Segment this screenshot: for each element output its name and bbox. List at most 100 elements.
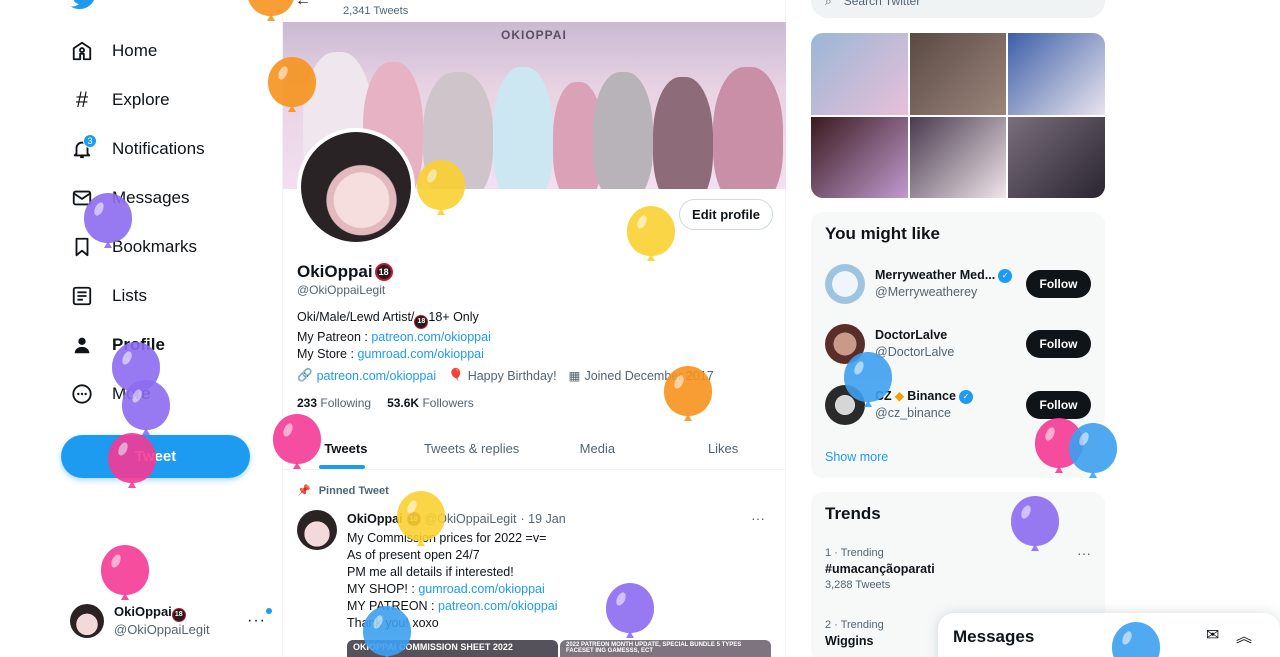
account-switcher[interactable]: OkiOppai 18 @OkiOppaiLegit ··· xyxy=(70,600,272,642)
profile-tabs: Tweets Tweets & replies Media Likes xyxy=(283,428,786,470)
more-circle-icon xyxy=(70,382,94,406)
search-input[interactable]: Search Twitter xyxy=(844,0,920,8)
birthday-text: Happy Birthday! xyxy=(467,368,557,383)
tweet-text: My Commission prices for 2022 =v= As of p… xyxy=(347,531,558,630)
avatar xyxy=(70,604,104,638)
follow-button[interactable]: Follow xyxy=(1026,330,1091,358)
show-more-link[interactable]: Show more xyxy=(825,450,888,464)
profile-name: OkiOppai 18 xyxy=(297,262,393,282)
media-thumbnail[interactable] xyxy=(1008,116,1105,198)
twitter-logo-icon[interactable] xyxy=(70,0,100,10)
nav-home[interactable]: Home xyxy=(56,29,157,73)
envelope-icon xyxy=(70,186,94,210)
more-dots-icon[interactable]: ··· xyxy=(751,510,765,526)
suggestion-item[interactable]: Merryweather Med... ✓ @Merryweatherey Fol… xyxy=(825,263,1091,305)
left-nav: Home # Explore 3 Notifications Messages … xyxy=(56,0,272,657)
back-arrow-icon[interactable]: ← xyxy=(295,0,311,10)
messages-drawer[interactable]: Messages ✉ ︽ xyxy=(938,613,1280,657)
nav-bookmarks-label: Bookmarks xyxy=(112,237,198,256)
bookmark-icon xyxy=(70,235,94,259)
list-icon xyxy=(70,284,94,308)
pin-icon: 📌 xyxy=(297,485,311,497)
banner-title: OKIOPPAI xyxy=(501,28,567,42)
follow-button[interactable]: Follow xyxy=(1026,391,1091,419)
tab-tweets-replies[interactable]: Tweets & replies xyxy=(409,428,535,469)
profile-column: ← 2,341 Tweets OKIOPPAI Edit profile Oki… xyxy=(282,0,786,657)
bio-patreon-link[interactable]: patreon.com/okioppai xyxy=(371,330,491,344)
nav-notifications-label: Notifications xyxy=(112,139,205,158)
avatar[interactable] xyxy=(297,510,337,550)
edit-profile-button[interactable]: Edit profile xyxy=(679,199,773,230)
nav-more[interactable]: More xyxy=(56,372,151,416)
tab-likes[interactable]: Likes xyxy=(660,428,786,469)
followers-link[interactable]: 53.6K Followers xyxy=(387,396,474,410)
suggestion-item[interactable]: CZ ◆ Binance ✓ @cz_binance Follow xyxy=(825,384,1091,426)
adult-badge-icon: 18 xyxy=(414,314,429,329)
follow-button[interactable]: Follow xyxy=(1026,270,1091,298)
trend-item[interactable]: 1 · Trending #umacançãoparati 3,288 Twee… xyxy=(825,545,1091,593)
nav-home-label: Home xyxy=(112,41,158,60)
profile-avatar[interactable] xyxy=(297,128,415,246)
tweet-count: 2,341 Tweets xyxy=(343,5,409,17)
home-icon xyxy=(70,39,94,63)
pinned-label: 📌 Pinned Tweet xyxy=(297,484,389,498)
verified-badge-icon: ✓ xyxy=(958,389,973,404)
profile-handle: @OkiOppaiLegit xyxy=(297,283,386,297)
account-name: OkiOppai 18 xyxy=(114,604,210,622)
account-handle: @OkiOppaiLegit xyxy=(114,622,210,637)
following-link[interactable]: 233 Following xyxy=(297,396,371,410)
notification-count-badge: 3 xyxy=(83,134,97,148)
card-title: You might like xyxy=(825,224,940,243)
adult-badge-icon: 18 xyxy=(374,263,393,281)
joined-date: Joined December 2017 xyxy=(584,368,714,383)
more-dots-icon[interactable]: ··· xyxy=(247,612,266,630)
tab-tweets[interactable]: Tweets xyxy=(283,428,409,469)
nav-lists[interactable]: Lists xyxy=(56,274,147,318)
media-thumbnail[interactable] xyxy=(909,116,1007,198)
more-dots-icon[interactable]: ··· xyxy=(1077,545,1091,561)
tweet-header: OkiOppai 18 @OkiOppaiLegit · 19 Jan xyxy=(347,512,566,526)
nav-explore-label: Explore xyxy=(112,90,170,109)
card-title: Trends xyxy=(825,504,881,523)
tweet-media-image[interactable]: OKIOPPAI COMMISSION SHEET 2022 xyxy=(347,640,558,657)
verified-badge-icon: ✓ xyxy=(998,268,1013,283)
calendar-icon: ▦ xyxy=(568,369,581,383)
avatar xyxy=(825,385,865,425)
suggestion-item[interactable]: DoctorLalve @DoctorLalve Follow xyxy=(825,323,1091,365)
link-icon: 🔗 xyxy=(297,368,313,382)
follow-stats: 233 Following 53.6K Followers xyxy=(297,396,474,410)
binance-diamond-icon: ◆ xyxy=(894,389,905,403)
tab-media[interactable]: Media xyxy=(535,428,661,469)
tweet-media[interactable]: OKIOPPAI COMMISSION SHEET 2022 2022 PATR… xyxy=(347,640,771,657)
media-thumbnail[interactable] xyxy=(811,116,908,198)
profile-bio: Oki/Male/Lewd Artist/18 18+ Only My Patre… xyxy=(297,310,491,361)
hashtag-icon: # xyxy=(75,87,89,112)
nav-profile[interactable]: Profile xyxy=(56,323,165,367)
new-message-icon[interactable]: ✉ xyxy=(1206,625,1219,645)
nav-more-label: More xyxy=(112,384,151,403)
right-sidebar: ⌕ Search Twitter You might like Merrywea… xyxy=(811,0,1105,657)
messages-drawer-title: Messages xyxy=(953,627,1035,646)
tweet-patreon-link[interactable]: patreon.com/okioppai xyxy=(438,599,558,613)
nav-bookmarks[interactable]: Bookmarks xyxy=(56,225,197,269)
tweet-button[interactable]: Tweet xyxy=(61,435,250,478)
nav-lists-label: Lists xyxy=(112,286,147,305)
nav-messages[interactable]: Messages xyxy=(56,176,189,220)
tweet-shop-link[interactable]: gumroad.com/okioppai xyxy=(418,582,544,596)
nav-notifications[interactable]: 3 Notifications xyxy=(56,127,205,171)
bio-store-link[interactable]: gumroad.com/okioppai xyxy=(357,347,483,361)
search-bar[interactable]: ⌕ Search Twitter xyxy=(811,0,1105,18)
avatar xyxy=(825,324,865,364)
profile-website-link[interactable]: patreon.com/okioppai xyxy=(317,369,437,383)
bell-icon: 3 xyxy=(70,134,97,161)
adult-badge-icon: 18 xyxy=(171,608,186,622)
media-thumbnail[interactable] xyxy=(1008,33,1105,115)
media-thumbnail[interactable] xyxy=(811,33,908,115)
tweet-media-image[interactable]: 2022 PATREON MONTH UPDATE, SPECIAL BUNDL… xyxy=(560,640,771,657)
who-to-follow-card: You might like Merryweather Med... ✓ @Mer… xyxy=(811,212,1105,478)
expand-chevron-icon[interactable]: ︽ xyxy=(1236,623,1252,647)
nav-explore[interactable]: # Explore xyxy=(56,78,170,122)
nav-profile-label: Profile xyxy=(112,335,165,354)
nav-messages-label: Messages xyxy=(112,188,190,207)
media-thumbnail[interactable] xyxy=(909,33,1007,115)
